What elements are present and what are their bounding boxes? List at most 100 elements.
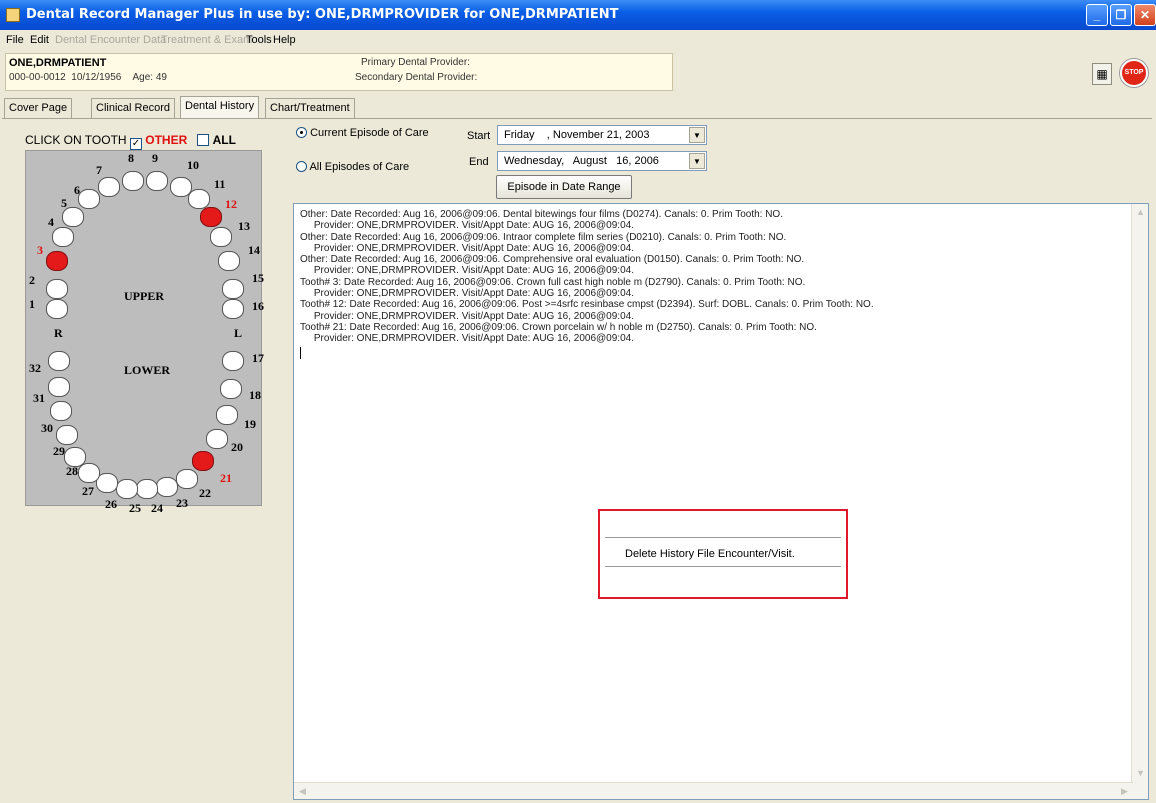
start-date-value: Friday , November 21, 2003 <box>504 129 650 141</box>
tooth-number-25: 25 <box>129 501 141 515</box>
tooth-number-30: 30 <box>41 421 53 435</box>
tooth-20[interactable] <box>206 429 228 449</box>
scroll-down-icon[interactable]: ▼ <box>1133 766 1148 781</box>
patient-ssn: 000-00-0012 <box>9 72 66 83</box>
all-checkbox[interactable] <box>197 134 210 146</box>
tooth-11[interactable] <box>188 189 210 209</box>
history-line: Provider: ONE,DRMPROVIDER. Visit/Appt Da… <box>300 333 634 345</box>
tooth-17[interactable] <box>222 351 244 371</box>
history-line: Provider: ONE,DRMPROVIDER. Visit/Appt Da… <box>300 265 634 277</box>
tooth-27[interactable] <box>78 463 100 483</box>
tooth-23[interactable] <box>156 477 178 497</box>
tooth-13[interactable] <box>210 227 232 247</box>
tooth-number-4: 4 <box>48 215 54 229</box>
calculator-icon: ▦ <box>1096 67 1108 81</box>
tooth-32[interactable] <box>48 351 70 371</box>
tooth-1[interactable] <box>46 299 68 319</box>
history-line: Tooth# 21: Date Recorded: Aug 16, 2006@0… <box>300 321 817 333</box>
history-line: Provider: ONE,DRMPROVIDER. Visit/Appt Da… <box>300 220 634 232</box>
history-line: Provider: ONE,DRMPROVIDER. Visit/Appt Da… <box>300 288 634 300</box>
menu-edit[interactable]: Edit <box>30 34 49 46</box>
start-date-picker[interactable]: Friday , November 21, 2003 ▼ <box>497 125 707 145</box>
context-menu: Delete History File Encounter/Visit. <box>598 509 848 599</box>
tooth-number-19: 19 <box>244 417 256 431</box>
tooth-4[interactable] <box>52 227 74 247</box>
scroll-up-icon[interactable]: ▲ <box>1133 205 1148 220</box>
tooth-3[interactable] <box>46 251 68 271</box>
history-line: Provider: ONE,DRMPROVIDER. Visit/Appt Da… <box>300 310 634 322</box>
scroll-left-icon[interactable]: ◀ <box>295 784 310 799</box>
title-bar[interactable]: Dental Record Manager Plus in use by: ON… <box>0 0 1156 30</box>
tooth-number-1: 1 <box>29 297 35 311</box>
menu-treatment-exam[interactable]: Treatment & Exam <box>161 34 252 46</box>
tooth-number-20: 20 <box>231 440 243 454</box>
maximize-button[interactable]: ❐ <box>1110 4 1132 26</box>
tooth-number-11: 11 <box>214 177 226 191</box>
tooth-12[interactable] <box>200 207 222 227</box>
chevron-down-icon[interactable]: ▼ <box>689 153 705 169</box>
tooth-number-2: 2 <box>29 273 35 287</box>
scroll-right-icon[interactable]: ▶ <box>1117 784 1132 799</box>
tooth-8[interactable] <box>122 171 144 191</box>
tooth-filter-header: CLICK ON TOOTH ✓ OTHER ALL <box>25 133 236 150</box>
tooth-6[interactable] <box>78 189 100 209</box>
tab-dental-history[interactable]: Dental History <box>180 96 260 118</box>
tooth-24[interactable] <box>136 479 158 499</box>
tooth-15[interactable] <box>222 279 244 299</box>
menu-tools[interactable]: Tools <box>246 34 272 46</box>
tooth-9[interactable] <box>146 171 168 191</box>
stop-button[interactable]: STOP <box>1120 59 1148 87</box>
all-episodes-radio[interactable] <box>296 161 307 172</box>
tooth-7[interactable] <box>98 177 120 197</box>
current-episode-radio[interactable] <box>296 127 307 138</box>
history-textarea[interactable]: Other: Date Recorded: Aug 16, 2006@09:06… <box>293 203 1149 800</box>
patient-demographics: 000-00-0012 10/12/1956 Age: 49 <box>9 72 167 83</box>
left-label: L <box>234 326 243 340</box>
history-text: Other: Date Recorded: Aug 16, 2006@09:06… <box>300 209 1130 359</box>
tooth-31[interactable] <box>48 377 70 397</box>
delete-history-menu-item[interactable]: Delete History File Encounter/Visit. <box>625 548 795 560</box>
secondary-provider-label: Secondary Dental Provider: <box>355 72 478 83</box>
patient-name: ONE,DRMPATIENT <box>9 57 107 69</box>
tooth-number-14: 14 <box>248 243 260 257</box>
other-label: OTHER <box>145 133 188 147</box>
tooth-number-27: 27 <box>82 484 94 498</box>
tooth-number-9: 9 <box>152 151 158 165</box>
other-checkbox[interactable]: ✓ <box>129 138 142 150</box>
start-label: Start <box>467 130 491 142</box>
end-date-picker[interactable]: Wednesday, August 16, 2006 ▼ <box>497 151 707 171</box>
menu-dental-encounter-data[interactable]: Dental Encounter Data <box>55 34 166 46</box>
episode-in-date-range-button[interactable]: Episode in Date Range <box>496 175 632 199</box>
tooth-22[interactable] <box>176 469 198 489</box>
tooth-19[interactable] <box>216 405 238 425</box>
menu-file[interactable]: File <box>6 34 24 46</box>
tooth-2[interactable] <box>46 279 68 299</box>
tab-clinical-record[interactable]: Clinical Record <box>91 98 175 118</box>
tooth-14[interactable] <box>218 251 240 271</box>
tooth-30[interactable] <box>50 401 72 421</box>
tooth-18[interactable] <box>220 379 242 399</box>
calculator-button[interactable]: ▦ <box>1092 63 1112 85</box>
close-button[interactable]: ✕ <box>1134 4 1156 26</box>
vertical-scrollbar[interactable]: ▲ ▼ <box>1131 204 1148 799</box>
tooth-25[interactable] <box>116 479 138 499</box>
tooth-29[interactable] <box>56 425 78 445</box>
tooth-number-17: 17 <box>252 351 264 365</box>
lower-label: LOWER <box>124 363 171 377</box>
menu-help[interactable]: Help <box>273 34 296 46</box>
tooth-21[interactable] <box>192 451 214 471</box>
history-line: Tooth# 12: Date Recorded: Aug 16, 2006@0… <box>300 299 874 311</box>
end-date-value: Wednesday, August 16, 2006 <box>504 155 659 167</box>
minimize-button[interactable]: _ <box>1086 4 1108 26</box>
tooth-number-23: 23 <box>176 496 188 510</box>
chevron-down-icon[interactable]: ▼ <box>689 127 705 143</box>
upper-label: UPPER <box>124 289 164 303</box>
tooth-number-22: 22 <box>199 486 211 500</box>
tooth-number-7: 7 <box>96 163 102 177</box>
window-title: Dental Record Manager Plus in use by: ON… <box>26 7 619 22</box>
tab-cover-page[interactable]: Cover Page <box>4 98 73 118</box>
app-icon <box>6 8 20 22</box>
horizontal-scrollbar[interactable]: ◀ ▶ <box>294 782 1133 799</box>
tab-chart-treatment[interactable]: Chart/Treatment <box>265 98 355 118</box>
tooth-16[interactable] <box>222 299 244 319</box>
